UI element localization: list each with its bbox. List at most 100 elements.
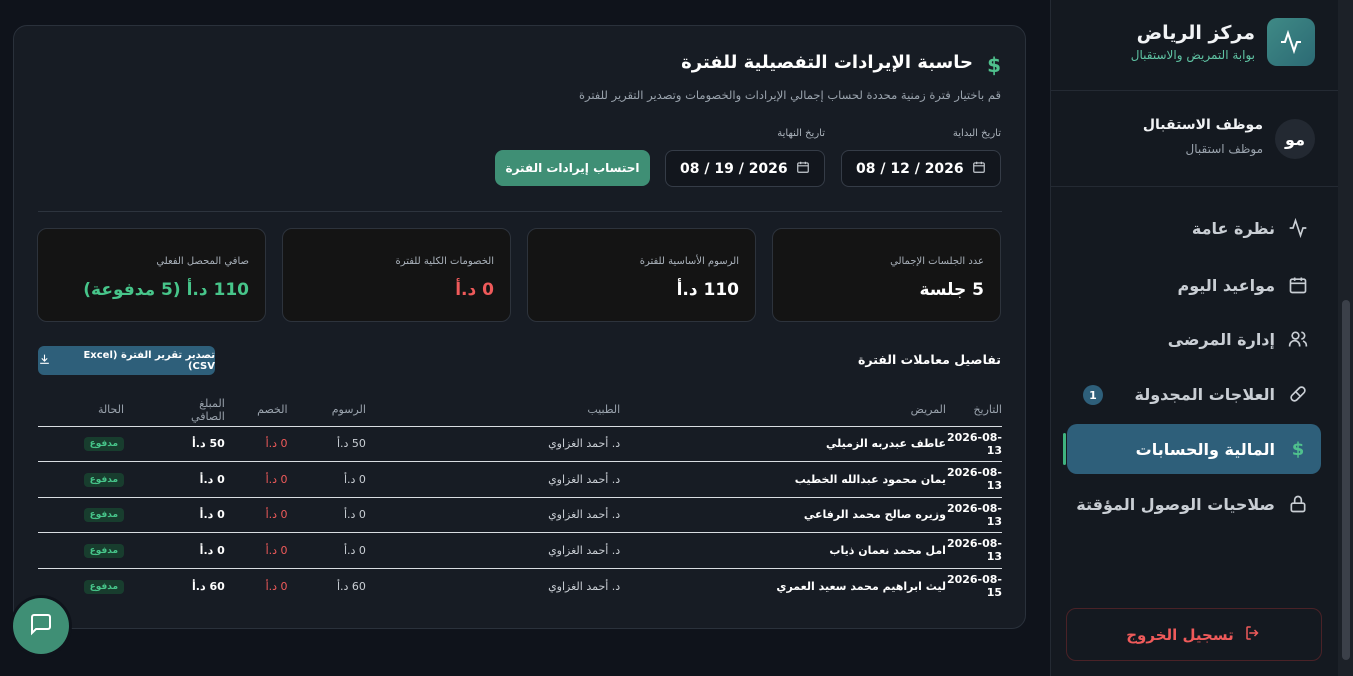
lock-icon [1287,493,1309,515]
cell-doctor: د. أحمد الغزاوي [365,461,621,497]
sidebar-item-treatments[interactable]: العلاجات المجدولة 1 [1067,369,1321,419]
cell-patient: ليث ابراهيم محمد سعيد العمري [620,567,946,604]
sidebar-item-overview[interactable]: نظرة عامة [1067,203,1321,253]
transactions-title: تفاصيل معاملات الفترة [858,352,1001,367]
stat-value: 110 د.أ (5 مدفوعة) [83,280,249,300]
stat-label: الرسوم الأساسية للفترة [639,256,739,267]
cell-date: 2026-08-13 [945,461,1002,497]
cell-date: 2026-08-13 [945,532,1002,568]
dollar-icon: $ [987,53,1001,77]
activity-icon [1267,18,1315,66]
cell-doctor: د. أحمد الغزاوي [365,532,621,568]
cell-discount: 0 د.أ [224,425,288,462]
cell-doctor: د. أحمد الغزاوي [365,496,621,533]
activity-icon [1287,217,1309,239]
col-status: الحالة [97,403,125,417]
cell-patient: امل محمد نعمان ذياب [620,532,946,568]
cell-net: 50 د.أ [162,425,225,462]
export-label: تصدير تقرير الفترة (Excel (CSV [83,349,215,372]
cell-discount: 0 د.أ [224,496,288,533]
stat-net-collected: صافي المحصل الفعلي 110 د.أ (5 مدفوعة) [37,228,266,322]
stat-total-sessions: عدد الجلسات الإجمالي 5 جلسة [772,228,1001,322]
cell-patient: يمان محمود عبدالله الخطيب [620,461,946,497]
divider [38,211,1002,212]
stat-value: 5 جلسة [919,280,984,300]
brand-header: مركز الرياض بوابة التمريض والاستقبال [1051,0,1339,91]
cell-patient: وزيره صالح محمد الرفاعي [620,496,946,533]
download-icon [38,353,51,369]
scrollbar-thumb[interactable] [1342,300,1350,660]
transactions-table: التاريخ المريض الطبيب الرسوم الخصم المبل… [38,394,1002,604]
sidebar-item-patients[interactable]: إدارة المرضى [1067,314,1321,364]
cell-status: مدفوع [38,461,163,497]
cell-fees: 60 د.أ [287,567,366,604]
table-row: 2026-08-13 امل محمد نعمان ذياب د. أحمد الغ… [38,532,1002,568]
cell-status: مدفوع [38,567,163,604]
revenue-calculator-card: $ حاسبة الإيرادات التفصيلية للفترة قم با… [13,25,1026,629]
user-role: موظف استقبال [1185,142,1264,156]
sidebar-item-label: العلاجات المجدولة [1134,384,1275,404]
sidebar-item-label: نظرة عامة [1191,218,1275,238]
cell-doctor: د. أحمد الغزاوي [365,567,621,604]
sidebar-item-finance[interactable]: $ المالية والحسابات [1063,424,1321,474]
sidebar-item-label: صلاحيات الوصول المؤقتة [1076,494,1275,514]
start-date-input[interactable]: 08 / 12 / 2026 [841,150,1001,187]
stat-label: صافي المحصل الفعلي [156,256,249,267]
cell-discount: 0 د.أ [224,532,288,568]
user-panel: مو موظف الاستقبال موظف استقبال [1051,91,1339,187]
page-subtitle: قم باختيار فترة زمنية محددة لحساب إجمالي… [578,88,1001,102]
brand-title: مركز الرياض [1136,22,1255,44]
cell-fees: 0 د.أ [287,496,366,533]
sidebar-item-label: مواعيد اليوم [1177,275,1275,295]
col-fees: الرسوم [331,403,366,417]
count-badge: 1 [1083,385,1103,405]
sidebar-item-label: إدارة المرضى [1167,329,1275,349]
start-date-label: تاريخ البداية [952,128,1001,139]
stat-value: 0 د.أ [455,280,494,300]
brand-subtitle: بوابة التمريض والاستقبال [1130,48,1255,62]
dollar-icon: $ [1291,438,1305,460]
table-row: 2026-08-13 وزيره صالح محمد الرفاعي د. أحمد… [38,496,1002,533]
calendar-icon [796,159,810,178]
stat-base-fees: الرسوم الأساسية للفترة 110 د.أ [527,228,756,322]
sidebar-item-temp-access[interactable]: صلاحيات الوصول المؤقتة [1067,479,1321,529]
status-badge: مدفوع [83,472,125,487]
col-date: التاريخ [973,403,1002,417]
end-date-label: تاريخ النهاية [777,128,825,139]
cell-fees: 50 د.أ [287,425,366,462]
avatar: مو [1275,119,1315,159]
cell-net: 60 د.أ [162,567,225,604]
logout-icon [1244,624,1262,646]
logout-button[interactable]: تسجيل الخروج [1066,608,1322,661]
cell-discount: 0 د.أ [224,461,288,497]
user-name: موظف الاستقبال [1142,117,1263,133]
cell-net: 0 د.أ [162,461,225,497]
calendar-icon [972,159,986,178]
cell-net: 0 د.أ [162,496,225,533]
table-row: 2026-08-15 ليث ابراهيم محمد سعيد العمري د.… [38,567,1002,604]
calendar-icon [1287,274,1309,296]
message-square-icon [29,612,53,640]
table-row: 2026-08-13 عاطف عبدربه الزميلي د. أحمد الغ… [38,425,1002,462]
cell-doctor: د. أحمد الغزاوي [365,425,621,462]
sidebar: مركز الرياض بوابة التمريض والاستقبال مو … [1050,0,1339,676]
cell-status: مدفوع [38,532,163,568]
status-badge: مدفوع [83,508,125,523]
cell-status: مدفوع [38,425,163,462]
col-patient: المريض [910,403,946,417]
col-net: المبلغ الصافي [191,396,225,423]
stat-value: 110 د.أ [676,280,739,300]
cell-date: 2026-08-13 [945,425,1002,462]
calculate-revenue-button[interactable]: احتساب إيرادات الفترة [495,150,650,186]
cell-discount: 0 د.أ [224,567,288,604]
chat-button[interactable] [13,598,69,654]
sidebar-item-label: المالية والحسابات [1135,439,1275,459]
cell-date: 2026-08-13 [945,496,1002,533]
cell-fees: 0 د.أ [287,532,366,568]
cell-status: مدفوع [38,496,163,533]
end-date-input[interactable]: 08 / 19 / 2026 [665,150,825,187]
sidebar-item-appointments[interactable]: مواعيد اليوم [1067,260,1321,310]
cell-fees: 0 د.أ [287,461,366,497]
export-csv-button[interactable]: تصدير تقرير الفترة (Excel (CSV [38,346,215,375]
stat-label: الخصومات الكلية للفترة [395,256,494,267]
